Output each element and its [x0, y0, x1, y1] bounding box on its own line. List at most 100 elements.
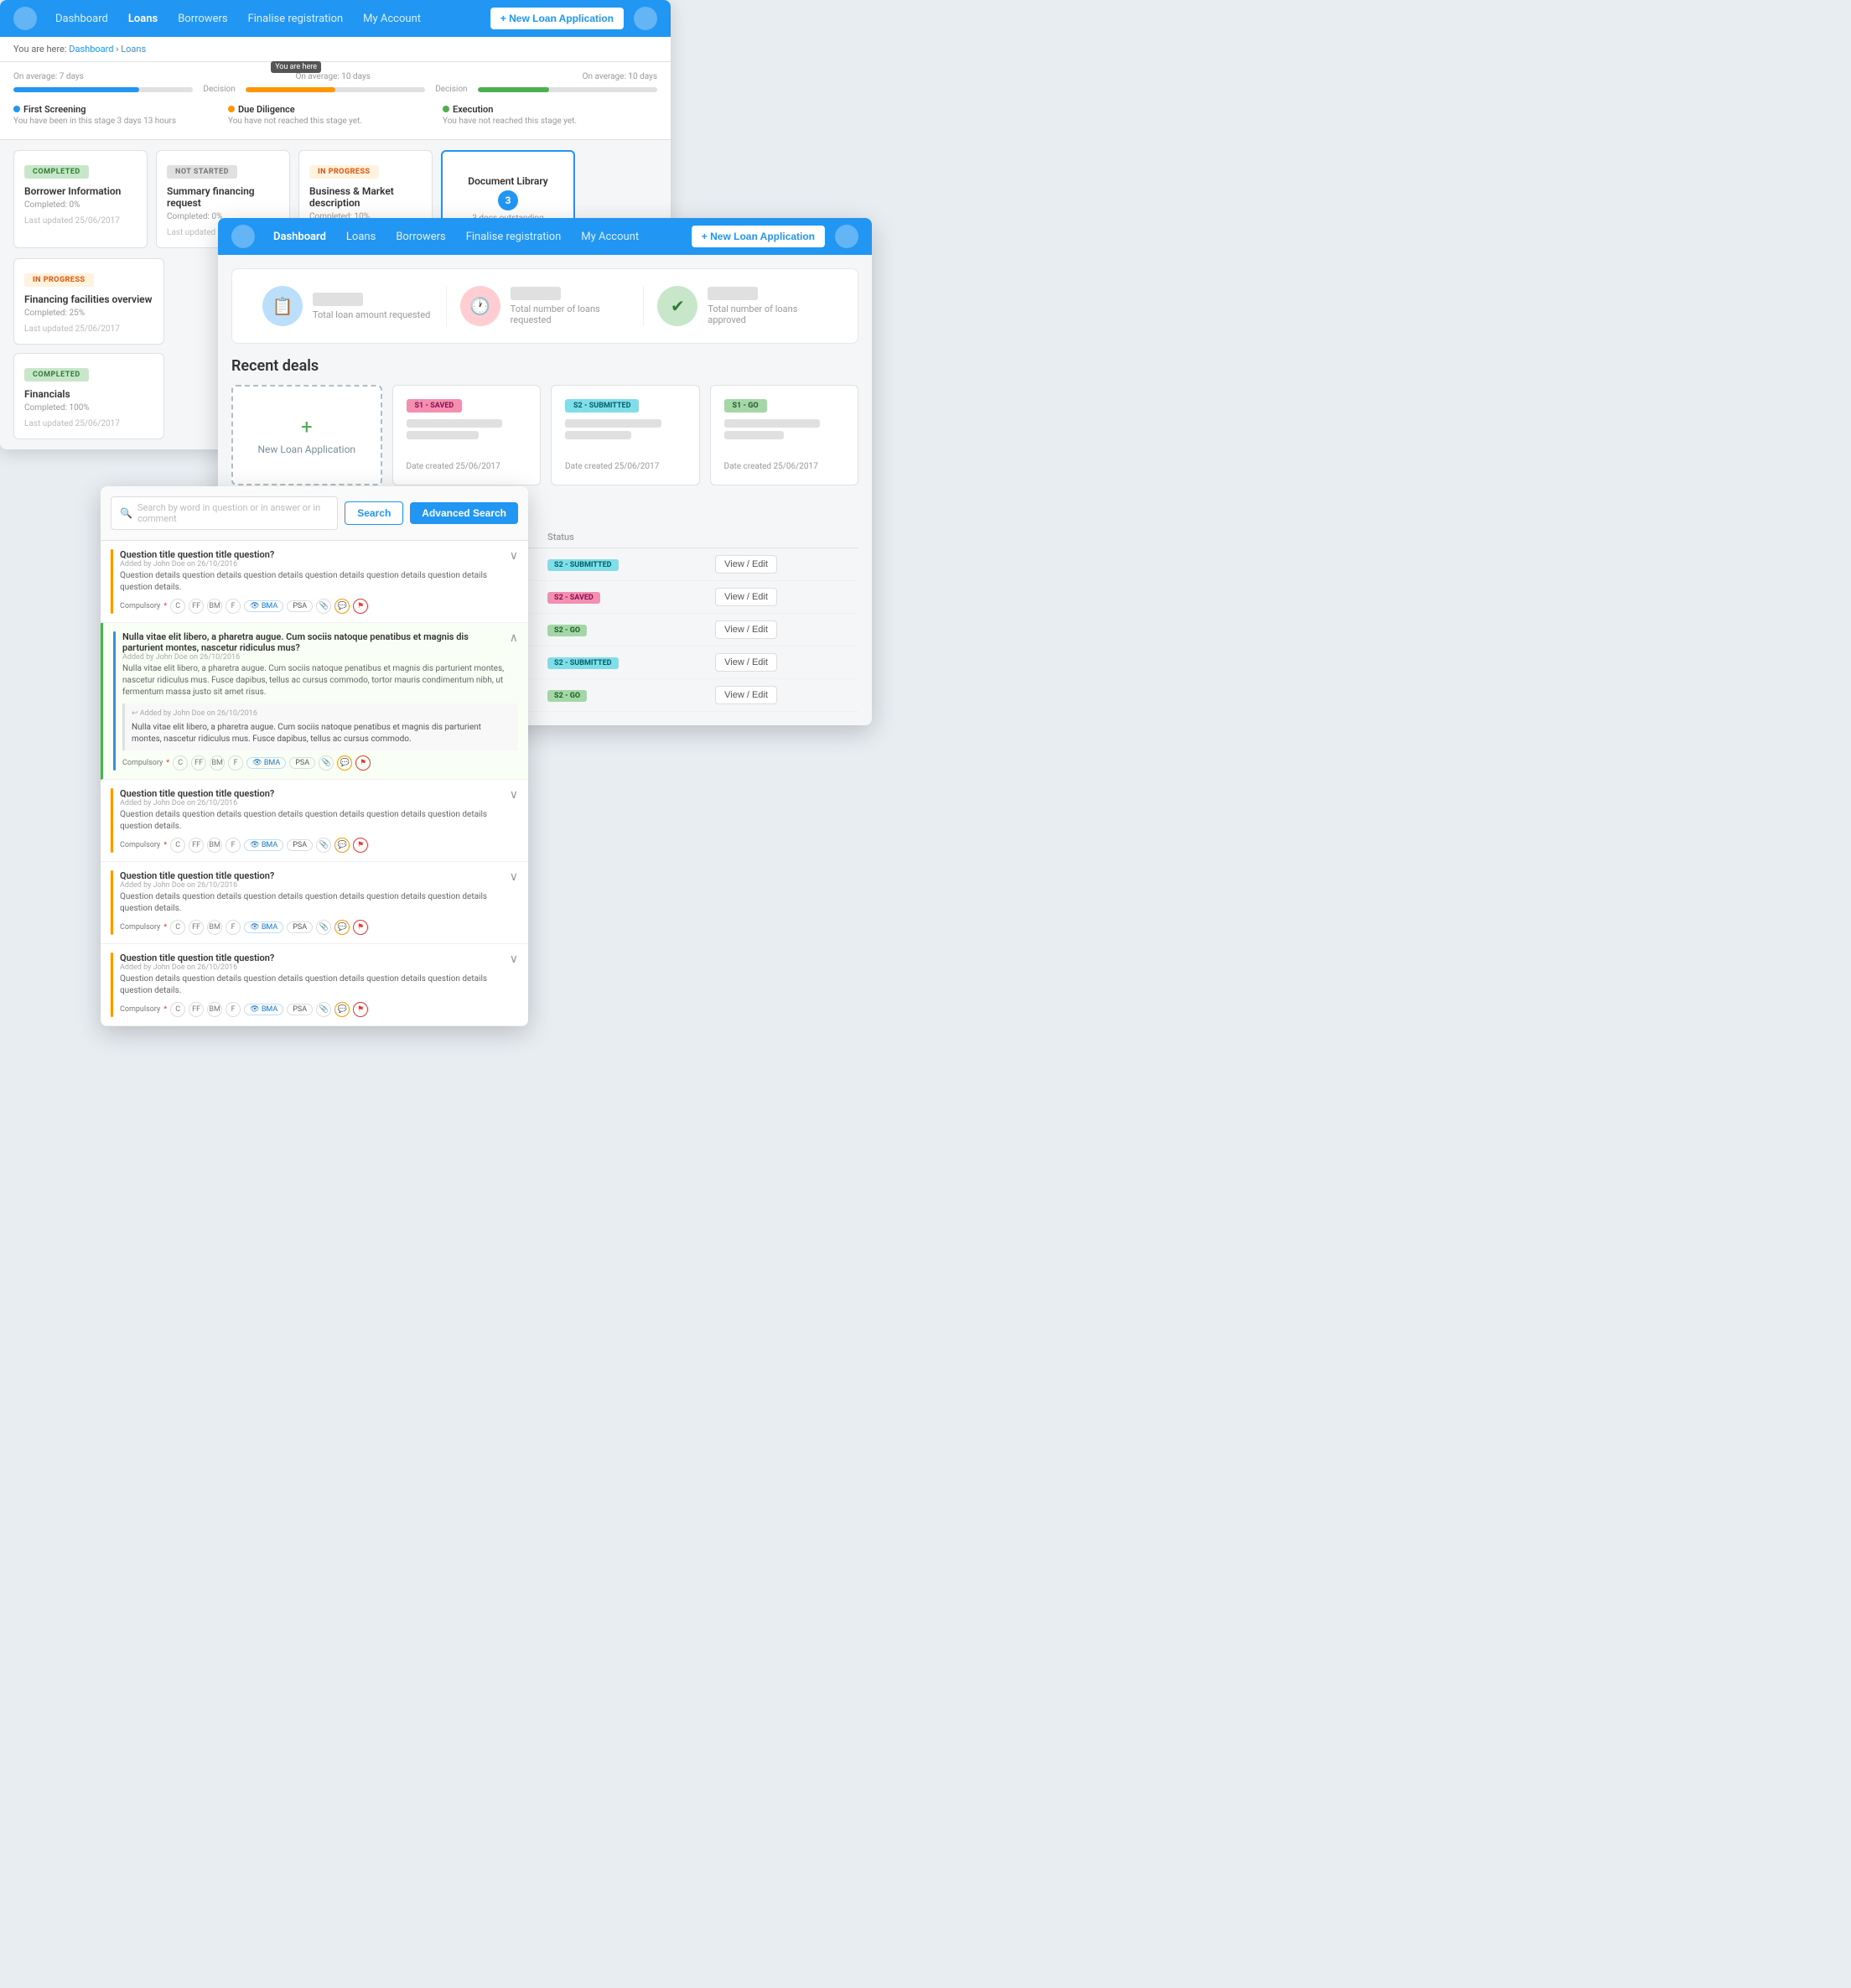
qa-expand-icon[interactable]: ∧ — [510, 631, 518, 645]
tag-icon-c[interactable]: C — [170, 838, 185, 853]
tag-icon-msg[interactable]: 💬 — [334, 920, 350, 935]
breadcrumb-loans[interactable]: Loans — [121, 44, 146, 55]
tag-icon-attach[interactable]: 📎 — [316, 599, 331, 614]
back-navbar: Dashboard Loans Borrowers Finalise regis… — [0, 0, 671, 37]
tag-icon-bm[interactable]: BM — [207, 599, 222, 614]
front-nav-borrowers[interactable]: Borrowers — [387, 226, 454, 248]
tag-bma[interactable]: 👁 BMA — [244, 921, 283, 933]
front-nav-cta[interactable]: + New Loan Application — [692, 226, 825, 247]
deals-row: + New Loan Application S1 - SAVED Date c… — [218, 385, 872, 499]
view-edit-button[interactable]: View / Edit — [715, 620, 777, 639]
tag-psa[interactable]: PSA — [287, 921, 313, 933]
tag-icon-f[interactable]: F — [226, 599, 241, 614]
card-status-completed: COMPLETED — [24, 165, 89, 179]
tag-icon-flag[interactable]: ⚑ — [353, 599, 368, 614]
view-edit-button[interactable]: View / Edit — [715, 588, 777, 606]
back-nav-myaccount[interactable]: My Account — [355, 8, 429, 30]
card-financing-facilities[interactable]: IN PROGRESS Financing facilities overvie… — [13, 258, 164, 345]
tag-icon-c[interactable]: C — [170, 1002, 185, 1017]
deal-card-submitted[interactable]: S2 - SUBMITTED Date created 25/06/2017 — [551, 385, 700, 485]
tag-psa[interactable]: PSA — [287, 839, 313, 851]
tag-psa[interactable]: PSA — [287, 1004, 313, 1015]
tag-icon-msg[interactable]: 💬 — [334, 838, 350, 853]
tag-icon-flag[interactable]: ⚑ — [355, 755, 371, 771]
qa-expand-icon[interactable]: ∨ — [510, 788, 518, 802]
qa-list: Question title question title question? … — [101, 541, 528, 1026]
front-nav-loans[interactable]: Loans — [338, 226, 384, 248]
tag-icon-ff[interactable]: FF — [189, 920, 204, 935]
tag-icon-c[interactable]: C — [170, 599, 185, 614]
tag-icon-c[interactable]: C — [170, 920, 185, 935]
deal-card-go[interactable]: S1 - GO Date created 25/06/2017 — [710, 385, 859, 485]
qa-tag-required: * — [163, 923, 167, 932]
view-edit-button[interactable]: View / Edit — [715, 555, 777, 574]
new-loan-card[interactable]: + New Loan Application — [231, 385, 382, 485]
stage-execution: Execution You have not reached this stag… — [443, 104, 657, 126]
tag-icon-msg[interactable]: 💬 — [337, 755, 352, 771]
deal-name-blur-4 — [565, 431, 631, 439]
tag-icon-f[interactable]: F — [228, 755, 243, 771]
qa-added: Added by John Doe on 26/10/2016 — [120, 963, 274, 972]
front-nav-myaccount[interactable]: My Account — [573, 226, 647, 248]
card-borrower-info[interactable]: COMPLETED Borrower Information Completed… — [13, 150, 148, 248]
qa-item: Nulla vitae elit libero, a pharetra augu… — [101, 623, 528, 780]
tag-icon-f[interactable]: F — [226, 920, 241, 935]
td-status: S2 - SAVED — [541, 581, 708, 614]
tag-icon-bm[interactable]: BM — [207, 838, 222, 853]
search-button[interactable]: Search — [345, 501, 403, 525]
deal-card-saved[interactable]: S1 - SAVED Date created 25/06/2017 — [392, 385, 542, 485]
qa-content: Question title question title question? … — [120, 788, 518, 853]
tag-icon-ff[interactable]: FF — [189, 1002, 204, 1017]
tag-icon-ff[interactable]: FF — [189, 838, 204, 853]
tag-bma[interactable]: 👁 BMA — [244, 1004, 283, 1015]
tag-psa[interactable]: PSA — [289, 757, 315, 769]
tag-icon-msg[interactable]: 💬 — [334, 1002, 350, 1017]
tag-icon-bm[interactable]: BM — [210, 755, 225, 771]
td-action[interactable]: View / Edit — [708, 646, 858, 679]
td-action[interactable]: View / Edit — [708, 581, 858, 614]
tag-icon-ff[interactable]: FF — [189, 599, 204, 614]
tag-bma[interactable]: 👁 BMA — [244, 839, 283, 851]
stage-labels: On average: 7 days On average: 10 days O… — [13, 72, 657, 81]
back-nav-borrowers[interactable]: Borrowers — [169, 8, 236, 30]
tag-icon-f[interactable]: F — [226, 1002, 241, 1017]
advanced-search-button[interactable]: Advanced Search — [410, 502, 518, 524]
qa-expand-icon[interactable]: ∨ — [510, 952, 518, 966]
tag-icon-bm[interactable]: BM — [207, 920, 222, 935]
tag-icon-msg[interactable]: 💬 — [334, 599, 350, 614]
tag-icon-f[interactable]: F — [226, 838, 241, 853]
card-financials[interactable]: COMPLETED Financials Completed: 100% Las… — [13, 353, 164, 439]
search-bar: 🔍 Search by word in question or in answe… — [101, 486, 528, 541]
qa-expand-icon[interactable]: ∨ — [510, 870, 518, 884]
stat-value-requested — [511, 287, 561, 300]
breadcrumb-dashboard[interactable]: Dashboard — [69, 44, 113, 55]
td-action[interactable]: View / Edit — [708, 548, 858, 581]
tag-icon-flag[interactable]: ⚑ — [353, 1002, 368, 1017]
view-edit-button[interactable]: View / Edit — [715, 653, 777, 672]
front-nav-dashboard[interactable]: Dashboard — [265, 226, 334, 248]
back-nav-dashboard[interactable]: Dashboard — [47, 8, 117, 30]
front-nav-logo — [231, 225, 255, 248]
tag-psa[interactable]: PSA — [287, 600, 313, 612]
tag-icon-attach[interactable]: 📎 — [316, 920, 331, 935]
tag-icon-flag[interactable]: ⚑ — [353, 920, 368, 935]
tag-bma[interactable]: 👁 BMA — [244, 600, 283, 612]
tag-icon-bm[interactable]: BM — [207, 1002, 222, 1017]
back-nav-logo — [13, 7, 37, 30]
tag-icon-attach[interactable]: 📎 — [319, 755, 334, 771]
back-nav-cta[interactable]: + New Loan Application — [490, 8, 624, 29]
td-action[interactable]: View / Edit — [708, 614, 858, 646]
tag-icon-flag[interactable]: ⚑ — [353, 838, 368, 853]
tag-icon-c[interactable]: C — [173, 755, 188, 771]
td-action[interactable]: View / Edit — [708, 679, 858, 712]
qa-expand-icon[interactable]: ∨ — [510, 549, 518, 563]
back-nav-loans[interactable]: Loans — [120, 8, 166, 30]
tag-icon-attach[interactable]: 📎 — [316, 1002, 331, 1017]
view-edit-button[interactable]: View / Edit — [715, 686, 777, 704]
tag-icon-attach[interactable]: 📎 — [316, 838, 331, 853]
back-nav-finalise[interactable]: Finalise registration — [240, 8, 352, 30]
front-nav-finalise[interactable]: Finalise registration — [458, 226, 570, 248]
tag-icon-ff[interactable]: FF — [191, 755, 206, 771]
qa-reply-text: Nulla vitae elit libero, a pharetra augu… — [132, 722, 511, 745]
tag-bma[interactable]: 👁 BMA — [246, 757, 286, 769]
